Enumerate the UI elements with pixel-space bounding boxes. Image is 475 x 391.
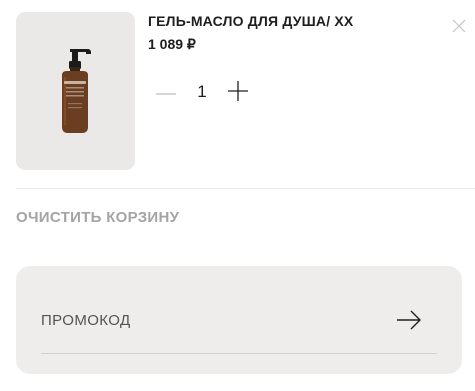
plus-icon [228,81,248,101]
clear-cart-button[interactable]: ОЧИСТИТЬ КОРЗИНУ [16,209,179,226]
minus-icon [156,93,176,95]
close-icon [452,19,466,33]
promo-code-panel [16,266,462,374]
product-price: 1 089 ₽ [148,36,196,52]
promo-submit-button[interactable] [396,309,422,331]
decrease-quantity-button[interactable] [155,83,177,105]
quantity-stepper: 1 [155,78,251,104]
arrow-right-icon [397,310,421,330]
divider [16,188,475,189]
remove-item-button[interactable] [452,19,466,33]
increase-quantity-button[interactable] [227,80,249,102]
quantity-value: 1 [197,82,207,101]
product-image[interactable] [16,12,135,170]
product-name[interactable]: ГЕЛЬ-МАСЛО ДЛЯ ДУША/ XX [148,13,353,29]
promo-input-underline [41,353,437,354]
shower-gel-bottle-icon [61,49,91,133]
promo-code-input[interactable] [41,306,381,334]
cart-item: ГЕЛЬ-МАСЛО ДЛЯ ДУША/ XX 1 089 ₽ 1 [16,12,475,172]
